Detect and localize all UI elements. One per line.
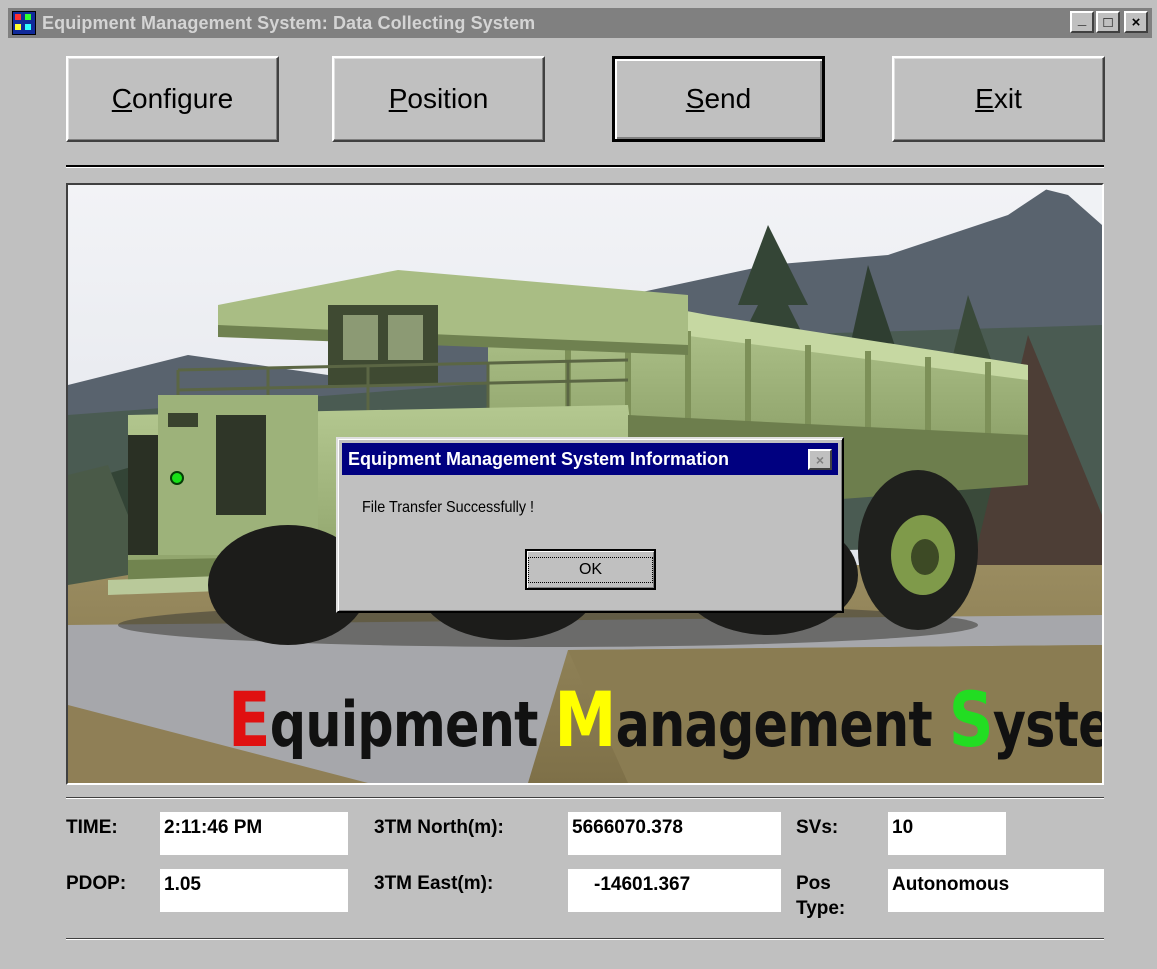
middle-divider bbox=[66, 797, 1104, 799]
svs-label: SVs: bbox=[796, 817, 839, 838]
gps-location-marker bbox=[170, 471, 184, 485]
configure-accelerator: C bbox=[111, 83, 133, 114]
east-field: -14601.367 bbox=[568, 869, 781, 912]
close-icon: × bbox=[815, 451, 825, 468]
configure-button[interactable]: Configure bbox=[66, 56, 279, 142]
maximize-icon: □ bbox=[1103, 13, 1113, 31]
ok-button[interactable]: OK bbox=[525, 549, 656, 590]
position-label: osition bbox=[407, 83, 489, 114]
dialog-title-bar[interactable]: Equipment Management System Information … bbox=[342, 443, 838, 475]
position-button[interactable]: Position bbox=[332, 56, 545, 142]
title-bar[interactable]: Equipment Management System: Data Collec… bbox=[8, 8, 1152, 38]
pdop-field: 1.05 bbox=[160, 869, 348, 912]
time-label: TIME: bbox=[66, 817, 118, 838]
pdop-label: PDOP: bbox=[66, 873, 127, 894]
send-label: end bbox=[704, 83, 752, 114]
main-window: Equipment Management System: Data Collec… bbox=[0, 0, 1157, 969]
postype-field: Autonomous bbox=[888, 869, 1104, 912]
exit-label: xit bbox=[993, 83, 1022, 114]
window-title: Equipment Management System: Data Collec… bbox=[42, 12, 536, 33]
postype-label-line1: Pos bbox=[796, 873, 831, 894]
dialog-message: File Transfer Successfully ! bbox=[362, 499, 535, 516]
maximize-button[interactable]: □ bbox=[1096, 11, 1120, 33]
dialog-close-button[interactable]: × bbox=[808, 449, 832, 470]
banner-word-system: ystem bbox=[992, 688, 1102, 761]
north-label: 3TM North(m): bbox=[374, 817, 504, 838]
banner-letter-s: S bbox=[948, 675, 994, 764]
minimize-icon: _ bbox=[1077, 10, 1087, 28]
exit-button[interactable]: Exit bbox=[892, 56, 1105, 142]
postype-label-line2: Type: bbox=[796, 898, 846, 919]
minimize-button[interactable]: _ bbox=[1070, 11, 1094, 33]
dialog-title: Equipment Management System Information bbox=[348, 448, 730, 469]
app-icon[interactable] bbox=[12, 11, 36, 35]
position-accelerator: P bbox=[388, 83, 408, 114]
info-dialog: Equipment Management System Information … bbox=[336, 437, 844, 613]
system-banner: Equipment Management System bbox=[228, 675, 1102, 764]
banner-letter-e: E bbox=[228, 675, 271, 764]
close-icon: × bbox=[1131, 13, 1141, 31]
window-controls: _ □ × bbox=[1070, 11, 1148, 33]
send-button[interactable]: Send bbox=[612, 56, 825, 142]
bottom-divider bbox=[66, 938, 1104, 940]
ok-label: OK bbox=[527, 556, 654, 583]
send-accelerator: S bbox=[685, 83, 705, 114]
configure-label: onfigure bbox=[132, 83, 234, 114]
exit-accelerator: E bbox=[975, 83, 994, 114]
banner-word-management: anagement bbox=[615, 688, 949, 761]
north-field: 5666070.378 bbox=[568, 812, 781, 855]
time-field: 2:11:46 PM bbox=[160, 812, 348, 855]
top-divider bbox=[66, 165, 1104, 168]
close-button[interactable]: × bbox=[1124, 11, 1148, 33]
east-label: 3TM East(m): bbox=[374, 873, 494, 894]
banner-word-equipment: quipment bbox=[269, 688, 555, 761]
svs-field: 10 bbox=[888, 812, 1006, 855]
banner-letter-m: M bbox=[554, 675, 616, 764]
